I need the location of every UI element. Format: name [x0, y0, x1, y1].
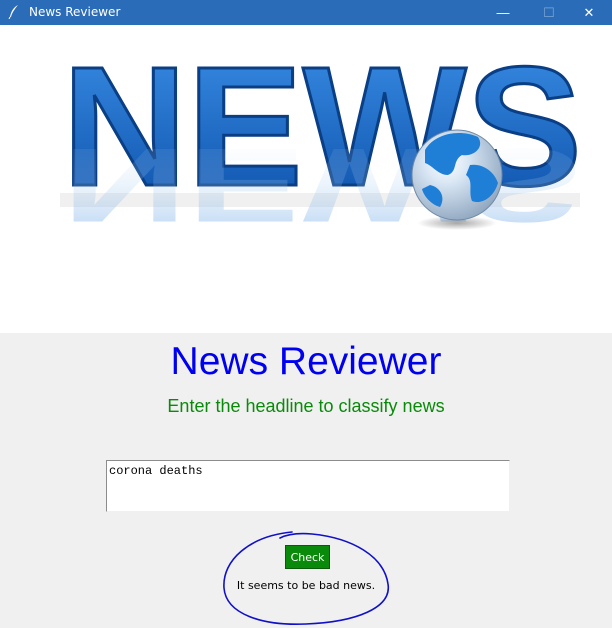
- minimize-button[interactable]: —: [480, 0, 526, 25]
- close-button[interactable]: ✕: [566, 0, 612, 25]
- result-label: It seems to be bad news.: [236, 579, 376, 592]
- page-subtitle: Enter the headline to classify news: [167, 396, 445, 416]
- check-button[interactable]: Check: [285, 545, 330, 569]
- news-banner-image: NEWS NEWS: [0, 25, 612, 333]
- page-title: News Reviewer: [170, 340, 442, 383]
- headline-input[interactable]: corona deaths: [106, 460, 510, 512]
- window-title: News Reviewer: [29, 5, 121, 19]
- title-bar[interactable]: News Reviewer — ☐ ✕: [0, 0, 612, 25]
- feather-icon: [8, 4, 22, 20]
- news-logo-letters: NEWS NEWS: [61, 31, 584, 245]
- logo-reflection: NEWS: [62, 127, 582, 245]
